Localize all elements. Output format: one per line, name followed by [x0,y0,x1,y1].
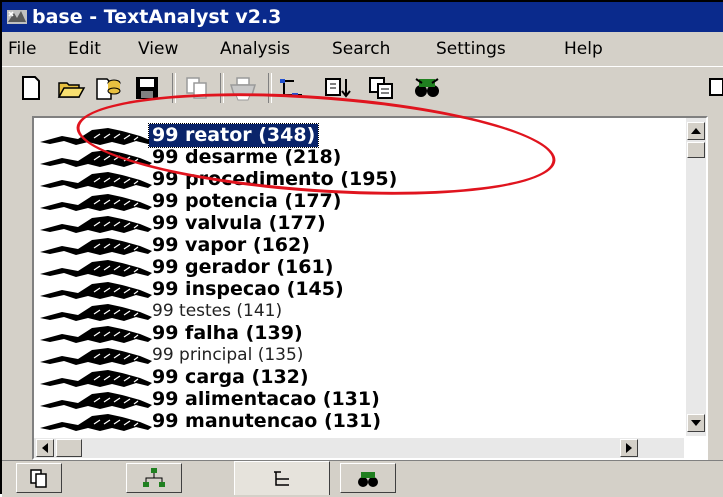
list-item[interactable]: 99 inspecao (145) [34,278,654,301]
menu-edit[interactable]: Edit [68,32,101,66]
search-binoculars-icon[interactable] [412,73,442,103]
node-branch-icon [40,148,154,168]
horizontal-scroll-thumb[interactable] [56,439,82,457]
list-item[interactable]: 99 valvula (177) [34,212,654,235]
node-branch-icon [40,214,154,234]
view-tabs [2,460,723,497]
new-document-icon[interactable] [16,73,46,103]
list-item[interactable]: 99 procedimento (195) [34,168,654,191]
export-icon[interactable] [366,73,396,103]
open-folder-icon[interactable] [56,73,86,103]
arrow-right-icon [626,443,632,453]
scroll-thumb[interactable] [687,142,705,158]
node-branch-icon [40,236,154,256]
list-item-label: 99 potencia (177) [152,190,342,212]
node-branch-icon [40,170,154,190]
search-tab-icon [358,472,378,487]
menu-file[interactable]: File [8,32,36,66]
title-bar[interactable]: base - TextAnalyst v2.3 [2,2,723,32]
list-item[interactable]: 99 reator (348) [34,123,654,148]
document-tab[interactable] [16,463,62,493]
node-branch-icon [40,412,154,432]
arrow-down-icon [691,420,701,426]
list-item-label: 99 principal (135) [152,345,304,365]
network-tab-icon [143,468,165,487]
menu-bar: File Edit View Analysis Search Settings … [2,32,723,66]
node-branch-icon [40,258,154,278]
toolbar-overflow-icon[interactable] [706,73,723,103]
list-item[interactable]: 99 vapor (162) [34,234,654,257]
toolbar-separator [172,73,176,103]
toolbar-separator [220,73,224,103]
menu-analysis[interactable]: Analysis [220,32,290,66]
print-icon[interactable] [228,73,258,103]
list-item-label: 99 desarme (218) [152,146,342,168]
keyword-list[interactable]: 99 reator (348) 99 desarme (218) 99 proced… [32,116,708,460]
list-item-label: 99 valvula (177) [152,212,326,234]
menu-settings[interactable]: Settings [436,32,506,66]
list-item[interactable]: 99 principal (135) [34,344,654,367]
search-tab[interactable] [340,463,396,493]
node-branch-icon [40,280,154,300]
list-item-label: 99 procedimento (195) [152,168,398,190]
node-branch-icon [40,324,154,344]
list-item-label: 99 carga (132) [152,366,309,388]
horizontal-scrollbar[interactable] [34,438,684,458]
scroll-left-button[interactable] [36,439,54,457]
node-branch-icon [40,368,154,388]
menu-help[interactable]: Help [564,32,603,66]
node-branch-icon [40,302,154,322]
list-item[interactable]: 99 falha (139) [34,322,654,345]
list-item-label: 99 vapor (162) [152,234,310,256]
app-icon [7,10,27,24]
scroll-down-button[interactable] [687,414,705,432]
list-item-label: 99 alimentacao (131) [152,388,380,410]
list-item-label: 99 testes (141) [152,301,283,321]
list-item-label: 99 falha (139) [152,322,303,344]
open-database-icon[interactable] [92,73,122,103]
node-branch-icon [40,390,154,410]
arrow-left-icon [42,443,48,453]
list-item[interactable]: 99 carga (132) [34,366,654,389]
application-window: base - TextAnalyst v2.3 File Edit View A… [0,0,723,497]
menu-search[interactable]: Search [332,32,390,66]
list-item[interactable]: 99 alimentacao (131) [34,388,654,411]
list-item-label: 99 manutencao (131) [152,410,382,432]
list-item-label: 99 reator (348) [147,123,320,148]
tree-view-icon[interactable] [278,73,308,103]
list-item[interactable]: 99 testes (141) [34,300,654,323]
node-branch-icon [40,346,154,366]
network-tab[interactable] [126,463,182,493]
node-branch-icon [40,192,154,212]
node-branch-icon [40,126,154,146]
list-item[interactable]: 99 potencia (177) [34,190,654,213]
copy-icon[interactable] [182,73,212,103]
list-item[interactable]: 99 desarme (218) [34,146,654,169]
tree-tab-icon [274,470,289,486]
vertical-scrollbar[interactable] [686,118,706,436]
tree-tab[interactable] [234,461,330,495]
scroll-up-button[interactable] [687,122,705,140]
save-icon[interactable] [132,73,162,103]
list-item[interactable]: 99 gerador (161) [34,256,654,279]
list-item-label: 99 gerador (161) [152,256,334,278]
menu-view[interactable]: View [138,32,178,66]
toolbar-separator [268,73,272,103]
window-title: base - TextAnalyst v2.3 [32,6,282,28]
list-item-label: 99 inspecao (145) [152,278,344,300]
scroll-right-button[interactable] [620,439,638,457]
arrow-up-icon [691,128,701,134]
toolbar [2,66,723,113]
insert-icon[interactable] [322,73,352,103]
document-tab-icon [30,469,47,488]
list-item[interactable]: 99 manutencao (131) [34,410,654,433]
keyword-tree-pane: 99 reator (348) 99 desarme (218) 99 proced… [2,110,723,460]
